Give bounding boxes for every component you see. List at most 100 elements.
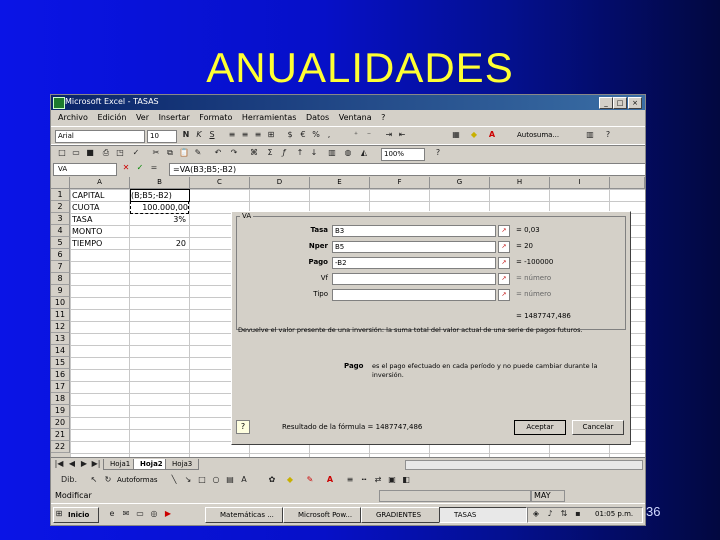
- free-rotate-icon[interactable]: ↻: [103, 475, 113, 485]
- cell-a4[interactable]: MONTO: [72, 226, 102, 237]
- col-header-b[interactable]: B: [130, 177, 190, 189]
- paste-icon[interactable]: 📋: [179, 148, 189, 158]
- cell-a5[interactable]: TIEMPO: [72, 238, 102, 249]
- cell-a1[interactable]: CAPITAL: [72, 190, 104, 201]
- underline-icon[interactable]: S: [207, 130, 217, 140]
- arrow-icon[interactable]: ↘: [183, 475, 193, 485]
- media-icon[interactable]: ▶: [163, 509, 173, 519]
- close-button[interactable]: ×: [628, 97, 642, 109]
- new-icon[interactable]: □: [57, 148, 67, 158]
- row-header[interactable]: 5: [51, 237, 70, 249]
- rectangle-icon[interactable]: □: [197, 475, 207, 485]
- cut-icon[interactable]: ✂: [151, 148, 161, 158]
- arg-input-pago[interactable]: -B2: [332, 257, 496, 269]
- last-sheet-icon[interactable]: ▶|: [91, 459, 101, 469]
- menu-edicion[interactable]: Edición: [97, 113, 126, 122]
- line-style-icon[interactable]: ≡: [345, 475, 355, 485]
- row-header[interactable]: 22: [51, 441, 70, 453]
- textbox-icon[interactable]: ▤: [225, 475, 235, 485]
- row-header[interactable]: 10: [51, 297, 70, 309]
- font-select[interactable]: Arial: [55, 130, 145, 143]
- print-icon[interactable]: ⎙: [101, 148, 111, 158]
- cell-b3[interactable]: 3%: [130, 214, 186, 225]
- arg-input-nper[interactable]: B5: [332, 241, 496, 253]
- row-header[interactable]: 14: [51, 345, 70, 357]
- help-icon[interactable]: ?: [603, 130, 613, 140]
- font-size-select[interactable]: 10: [147, 130, 177, 143]
- cancel-formula-icon[interactable]: ✕: [121, 163, 131, 173]
- thousands-icon[interactable]: ,: [324, 130, 334, 140]
- menu-insertar[interactable]: Insertar: [159, 113, 190, 122]
- euro-icon[interactable]: €: [298, 130, 308, 140]
- row-header[interactable]: 3: [51, 213, 70, 225]
- first-sheet-icon[interactable]: |◀: [54, 459, 64, 469]
- row-header[interactable]: 17: [51, 381, 70, 393]
- print-preview-icon[interactable]: ◳: [115, 148, 125, 158]
- row-header[interactable]: 16: [51, 369, 70, 381]
- window-titlebar[interactable]: Microsoft Excel - TASAS _ □ ×: [51, 95, 645, 110]
- sheet-tab-hoja3[interactable]: Hoja3: [165, 459, 200, 470]
- align-right-icon[interactable]: ≡: [253, 130, 263, 140]
- draw-menu[interactable]: Dib.: [55, 475, 83, 485]
- redo-icon[interactable]: ↷: [229, 148, 239, 158]
- cell-b2[interactable]: 100.000,00: [130, 201, 189, 214]
- autosum-button[interactable]: Autosuma...: [515, 130, 577, 141]
- chart-wizard-icon[interactable]: ▥: [585, 130, 595, 140]
- desktop-icon[interactable]: ▭: [135, 509, 145, 519]
- font-color-icon[interactable]: A: [325, 475, 335, 485]
- collapse-dialog-icon[interactable]: ↗: [498, 241, 510, 253]
- row-header[interactable]: 9: [51, 285, 70, 297]
- menu-help[interactable]: ?: [381, 113, 385, 122]
- formula-input[interactable]: =VA(B3;B5;-B2): [169, 163, 645, 176]
- enter-formula-icon[interactable]: ✓: [135, 163, 145, 173]
- ie-icon[interactable]: e: [107, 509, 117, 519]
- row-header[interactable]: 12: [51, 321, 70, 333]
- line-icon[interactable]: ╲: [169, 475, 179, 485]
- horizontal-scrollbar[interactable]: [405, 460, 643, 470]
- col-header-c[interactable]: C: [190, 177, 250, 189]
- hyperlink-icon[interactable]: ⌘: [249, 148, 259, 158]
- dash-style-icon[interactable]: ┅: [359, 475, 369, 485]
- arg-input-vf[interactable]: [332, 273, 496, 285]
- maximize-button[interactable]: □: [613, 97, 627, 109]
- row-header[interactable]: 19: [51, 405, 70, 417]
- decrease-decimal-icon[interactable]: ⁻: [364, 130, 374, 140]
- minimize-button[interactable]: _: [599, 97, 613, 109]
- col-header-e[interactable]: E: [310, 177, 370, 189]
- row-header[interactable]: 21: [51, 429, 70, 441]
- function-icon[interactable]: ƒ: [279, 148, 289, 158]
- row-header[interactable]: 18: [51, 393, 70, 405]
- next-sheet-icon[interactable]: ▶: [79, 459, 89, 469]
- save-icon[interactable]: ■: [85, 148, 95, 158]
- menu-herramientas[interactable]: Herramientas: [242, 113, 297, 122]
- office-assistant-icon[interactable]: ?: [433, 148, 443, 158]
- indent-icon[interactable]: ⇥: [384, 130, 394, 140]
- clipart-icon[interactable]: ✿: [267, 475, 277, 485]
- menu-ventana[interactable]: Ventana: [339, 113, 372, 122]
- menu-archivo[interactable]: Archivo: [58, 113, 88, 122]
- row-header[interactable]: 6: [51, 249, 70, 261]
- menu-datos[interactable]: Datos: [306, 113, 329, 122]
- help-icon[interactable]: ?: [236, 420, 250, 434]
- col-header-a[interactable]: A: [70, 177, 130, 189]
- arg-input-tasa[interactable]: B3: [332, 225, 496, 237]
- fill-color-icon[interactable]: ◆: [285, 475, 295, 485]
- task-powerpoint[interactable]: Microsoft Pow...: [283, 507, 361, 523]
- edit-formula-icon[interactable]: =: [149, 163, 159, 173]
- align-center-icon[interactable]: ≡: [240, 130, 250, 140]
- arrow-style-icon[interactable]: ⇄: [373, 475, 383, 485]
- row-header[interactable]: 11: [51, 309, 70, 321]
- shadow-icon[interactable]: ▣: [387, 475, 397, 485]
- percent-icon[interactable]: %: [311, 130, 321, 140]
- spelling-icon[interactable]: ✓: [131, 148, 141, 158]
- row-header[interactable]: 2: [51, 201, 70, 213]
- fill-color-icon[interactable]: ◆: [469, 130, 479, 140]
- currency-icon[interactable]: $: [285, 130, 295, 140]
- cancel-button[interactable]: Cancelar: [572, 420, 624, 435]
- menu-formato[interactable]: Formato: [199, 113, 232, 122]
- cell-a3[interactable]: TASA: [72, 214, 92, 225]
- sort-asc-icon[interactable]: ↑: [295, 148, 305, 158]
- task-gradientes[interactable]: GRADIENTES: [361, 507, 441, 523]
- drawing-icon[interactable]: ◭: [359, 148, 369, 158]
- tray-network-icon[interactable]: ⇅: [559, 509, 569, 519]
